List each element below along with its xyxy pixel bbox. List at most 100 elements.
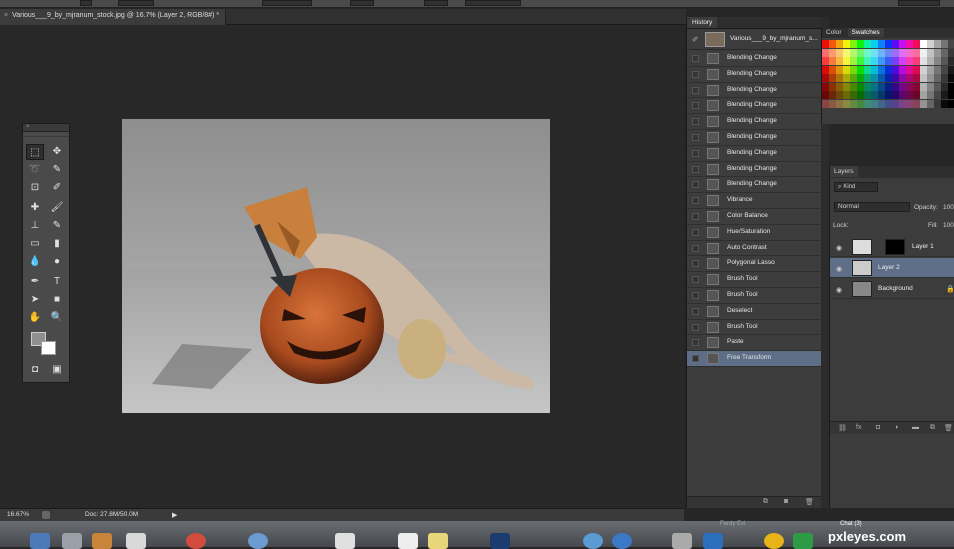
color-swatch[interactable] bbox=[864, 99, 871, 108]
color-swatch[interactable] bbox=[927, 65, 934, 74]
color-swatch[interactable] bbox=[871, 57, 878, 65]
color-swatch[interactable] bbox=[857, 57, 864, 65]
color-swatch[interactable] bbox=[850, 74, 857, 82]
color-swatch[interactable] bbox=[920, 74, 927, 82]
color-swatch[interactable] bbox=[850, 82, 857, 91]
quick-select-tool-icon[interactable]: ✎ bbox=[48, 162, 66, 178]
color-swatch[interactable] bbox=[857, 40, 864, 48]
color-swatch[interactable] bbox=[899, 57, 906, 65]
history-source-checkbox[interactable] bbox=[692, 244, 699, 252]
color-swatch[interactable] bbox=[836, 40, 843, 48]
history-source-checkbox[interactable] bbox=[692, 339, 699, 347]
dodge-tool-icon[interactable]: ● bbox=[48, 254, 66, 270]
color-swatch[interactable] bbox=[829, 65, 836, 74]
color-swatch[interactable] bbox=[927, 57, 934, 65]
color-swatch[interactable] bbox=[864, 82, 871, 91]
history-brush-tool-icon[interactable]: ✎ bbox=[48, 218, 66, 234]
color-swatch[interactable] bbox=[906, 82, 913, 91]
history-snapshot[interactable]: ✐ Various___9_by_mjranum_s... bbox=[687, 30, 822, 50]
history-source-checkbox[interactable] bbox=[692, 86, 699, 94]
clone-stamp-tool-icon[interactable]: ⊥ bbox=[26, 218, 44, 234]
color-swatch[interactable] bbox=[878, 57, 885, 65]
color-swatch[interactable] bbox=[927, 40, 934, 48]
layer-mask-thumbnail[interactable] bbox=[885, 239, 905, 255]
color-swatch[interactable] bbox=[892, 74, 899, 82]
color-swatch[interactable] bbox=[871, 74, 878, 82]
color-swatch[interactable] bbox=[906, 40, 913, 48]
lasso-tool-icon[interactable]: ➰ bbox=[26, 162, 44, 178]
layer-thumbnail[interactable] bbox=[852, 281, 872, 297]
color-swatch[interactable] bbox=[899, 74, 906, 82]
color-swatch[interactable] bbox=[836, 99, 843, 108]
color-swatch[interactable] bbox=[885, 48, 892, 57]
blend-mode-select[interactable]: Normal bbox=[834, 202, 910, 212]
history-item[interactable]: Polygonal Lasso bbox=[687, 256, 822, 273]
close-icon[interactable]: × bbox=[26, 124, 30, 130]
hand-tool-icon[interactable]: ✋ bbox=[26, 310, 44, 326]
history-source-checkbox[interactable] bbox=[692, 355, 699, 363]
refine-edge-button[interactable] bbox=[465, 0, 521, 6]
feather-field[interactable] bbox=[118, 0, 154, 6]
color-tab[interactable]: Color bbox=[822, 28, 846, 37]
color-swatch[interactable] bbox=[899, 82, 906, 91]
color-swatch[interactable] bbox=[878, 74, 885, 82]
history-source-checkbox[interactable] bbox=[692, 102, 699, 110]
color-swatch[interactable] bbox=[927, 99, 934, 108]
color-swatch[interactable] bbox=[948, 74, 954, 82]
color-swatch[interactable] bbox=[892, 99, 899, 108]
color-swatch[interactable] bbox=[899, 91, 906, 99]
color-swatch[interactable] bbox=[927, 91, 934, 99]
history-item[interactable]: Blending Change bbox=[687, 114, 822, 130]
color-swatch[interactable] bbox=[843, 99, 850, 108]
history-item[interactable]: Blending Change bbox=[687, 82, 822, 99]
color-swatch[interactable] bbox=[836, 82, 843, 91]
color-swatch[interactable] bbox=[892, 91, 899, 99]
history-item[interactable]: Brush Tool bbox=[687, 319, 822, 336]
color-swatch[interactable] bbox=[822, 48, 829, 57]
zoom-tool-icon[interactable]: 🔍 bbox=[48, 310, 66, 326]
history-source-checkbox[interactable] bbox=[692, 134, 699, 141]
blur-tool-icon[interactable]: 💧 bbox=[26, 254, 44, 270]
color-swatch[interactable] bbox=[934, 91, 941, 99]
color-swatch[interactable] bbox=[878, 82, 885, 91]
document-tab[interactable]: × Various___9_by_mjranum_stock.jpg @ 16.7… bbox=[0, 9, 227, 25]
history-source-checkbox[interactable] bbox=[692, 228, 699, 236]
screen-mode-icon[interactable]: ▣ bbox=[48, 362, 66, 378]
crop-tool-icon[interactable]: ⊡ bbox=[26, 180, 44, 196]
layer-filter-select[interactable]: ⌕ Kind bbox=[834, 182, 878, 192]
color-swatch[interactable] bbox=[822, 57, 829, 65]
color-swatch[interactable] bbox=[871, 65, 878, 74]
color-swatch[interactable] bbox=[864, 91, 871, 99]
color-swatch[interactable] bbox=[829, 82, 836, 91]
color-swatch[interactable] bbox=[836, 48, 843, 57]
color-swatch[interactable] bbox=[941, 82, 948, 91]
trash-icon[interactable]: 🗑 bbox=[805, 498, 814, 506]
adjustment-layer-icon[interactable]: ◑ bbox=[894, 424, 898, 431]
color-swatch[interactable] bbox=[941, 40, 948, 48]
color-swatch[interactable] bbox=[822, 65, 829, 74]
color-swatch[interactable] bbox=[892, 57, 899, 65]
history-source-checkbox[interactable] bbox=[692, 55, 699, 62]
color-swatch[interactable] bbox=[927, 74, 934, 82]
color-swatch[interactable] bbox=[878, 91, 885, 99]
color-swatch[interactable] bbox=[913, 57, 920, 65]
color-swatch[interactable] bbox=[885, 40, 892, 48]
color-swatch[interactable] bbox=[885, 91, 892, 99]
eye-icon[interactable]: ◉ bbox=[836, 244, 842, 252]
color-swatch[interactable] bbox=[829, 91, 836, 99]
color-swatch[interactable] bbox=[934, 57, 941, 65]
add-mask-icon[interactable]: ◘ bbox=[876, 424, 880, 431]
eraser-tool-icon[interactable]: ▭ bbox=[26, 236, 44, 252]
color-swatch[interactable] bbox=[892, 48, 899, 57]
color-swatch[interactable] bbox=[843, 91, 850, 99]
color-swatch[interactable] bbox=[843, 74, 850, 82]
history-source-checkbox[interactable] bbox=[692, 165, 699, 173]
color-swatch[interactable] bbox=[934, 74, 941, 82]
color-swatch[interactable] bbox=[878, 65, 885, 74]
eyedropper-tool-icon[interactable]: ✐ bbox=[48, 180, 66, 196]
layer-thumbnail[interactable] bbox=[852, 239, 872, 255]
color-swatch[interactable] bbox=[864, 57, 871, 65]
history-source-checkbox[interactable] bbox=[692, 213, 699, 220]
color-swatch[interactable] bbox=[920, 65, 927, 74]
tools-panel-header[interactable]: × bbox=[23, 124, 69, 132]
